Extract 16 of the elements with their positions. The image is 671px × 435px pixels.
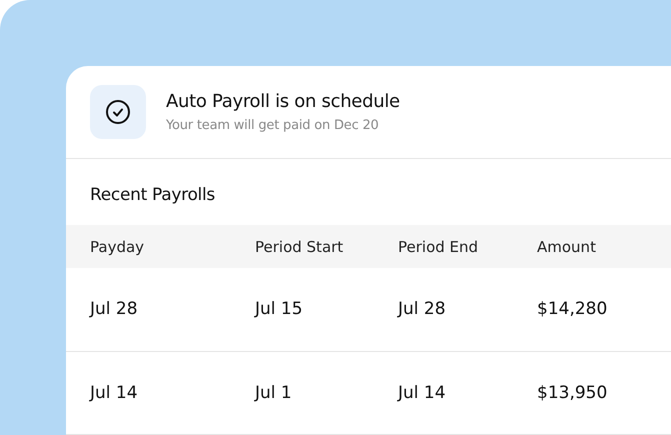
table-cell-text: Jul 14 (90, 382, 139, 403)
column-header: Period End (398, 238, 480, 256)
table-cell-text: Jul 28 (90, 299, 139, 320)
column-header: Period Start (255, 238, 344, 256)
table-cell-text: $13,950 (537, 382, 608, 403)
section-title: Recent Payrolls (89, 184, 216, 207)
column-header: Amount (537, 238, 597, 256)
table-cell-text: Jul 14 (398, 382, 447, 403)
table-cell-text: Jul 1 (255, 382, 293, 403)
column-header: Payday (90, 238, 146, 256)
table-cell-text: Jul 28 (398, 299, 447, 320)
table-cell-text: Jul 15 (255, 299, 304, 320)
status-title: Auto Payroll is on schedule (166, 91, 400, 112)
status-subtitle: Your team will get paid on Dec 20 (166, 118, 380, 133)
check-circle-icon (105, 99, 131, 125)
table-cell-text: $14,280 (537, 299, 608, 320)
